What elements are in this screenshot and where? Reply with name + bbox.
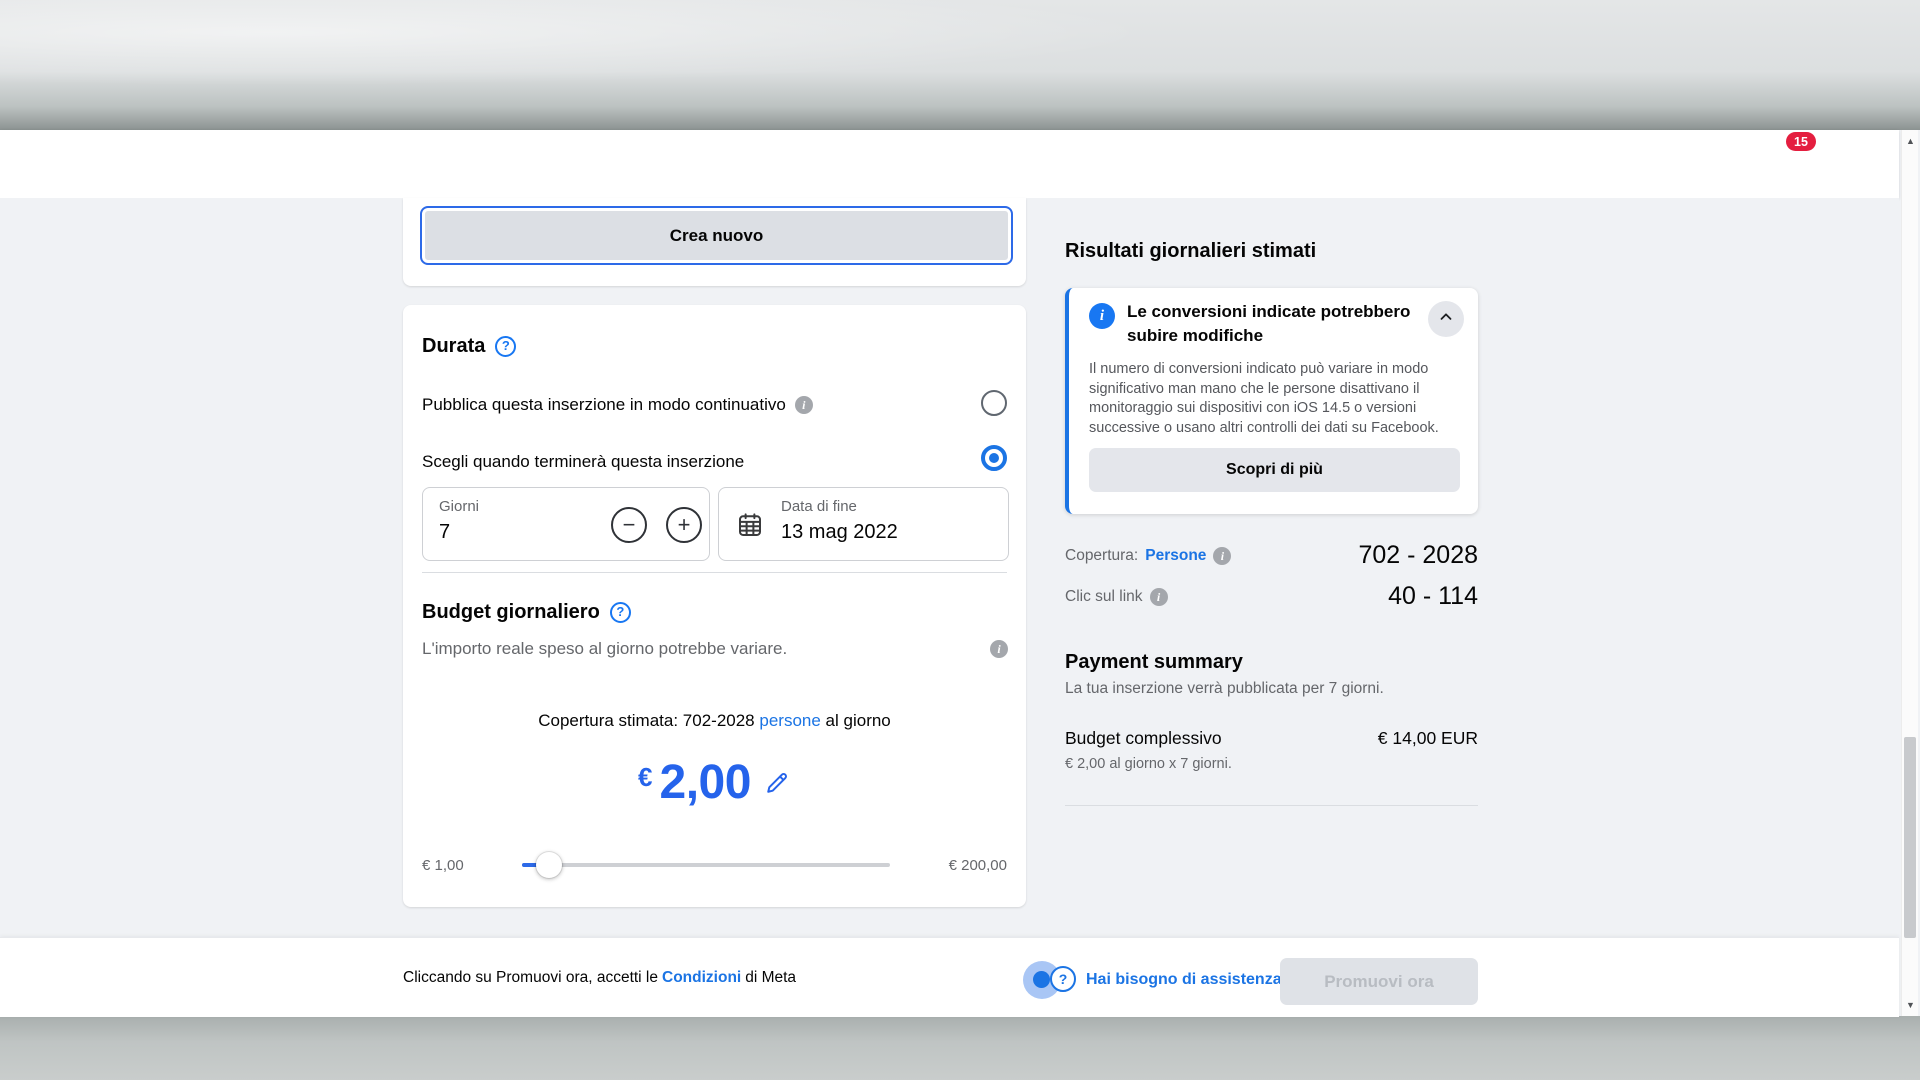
reach-metric-label: Copertura: bbox=[1065, 546, 1138, 566]
budget-help-icon[interactable]: ? bbox=[610, 602, 631, 623]
clicks-metric-value: 40 - 114 bbox=[1388, 581, 1478, 611]
reach-people-metric-link[interactable]: Persone bbox=[1145, 546, 1206, 566]
currency-symbol: € bbox=[638, 762, 652, 793]
audience-card: Crea nuovo bbox=[403, 198, 1026, 286]
blurred-backdrop-bottom bbox=[0, 1016, 1920, 1080]
promote-post-dialog: f 15 bbox=[0, 0, 1920, 1080]
assistance-link[interactable]: Hai bisogno di assistenza? bbox=[1086, 970, 1291, 990]
reach-people-link[interactable]: persone bbox=[759, 711, 820, 730]
terms-conditions-link[interactable]: Condizioni bbox=[662, 969, 741, 987]
duration-budget-card: Durata ? Pubblica questa inserzione in m… bbox=[403, 305, 1026, 907]
clicks-info-icon[interactable]: i bbox=[1150, 588, 1168, 606]
budget-title-text: Budget giornaliero bbox=[422, 600, 600, 624]
terms-suffix: di Meta bbox=[745, 969, 796, 987]
slider-max-label: € 200,00 bbox=[949, 857, 1007, 874]
duration-help-icon[interactable]: ? bbox=[495, 336, 516, 357]
days-decrement-button[interactable]: − bbox=[611, 507, 647, 543]
scroll-up-arrow[interactable]: ▲ bbox=[1902, 132, 1919, 150]
plus-icon: + bbox=[678, 512, 691, 538]
total-budget-value: € 14,00 EUR bbox=[1378, 727, 1478, 750]
dialog-footer: Cliccando su Promuovi ora, accetti le Co… bbox=[0, 937, 1899, 1017]
learn-more-button[interactable]: Scopri di più bbox=[1089, 448, 1460, 492]
budget-section-title: Budget giornaliero ? bbox=[422, 600, 631, 624]
continuous-info-icon[interactable]: i bbox=[795, 396, 813, 414]
clicks-metric-row: Clic sul link i bbox=[1065, 587, 1168, 607]
assistance-pulse-dot bbox=[1033, 971, 1050, 988]
reach-prefix: Copertura stimata: 702-2028 bbox=[538, 711, 754, 730]
estimated-reach-line: Copertura stimata: 702-2028 persone al g… bbox=[403, 710, 1026, 732]
terms-text: Cliccando su Promuovi ora, accetti le Co… bbox=[403, 938, 796, 1017]
terms-prefix: Cliccando su Promuovi ora, accetti le bbox=[403, 969, 658, 987]
continuous-option-row: Pubblica questa inserzione in modo conti… bbox=[422, 394, 813, 416]
budget-info-icon[interactable]: i bbox=[990, 640, 1008, 658]
collapse-notice-button[interactable] bbox=[1428, 301, 1464, 337]
reach-suffix: al giorno bbox=[826, 711, 891, 730]
payment-summary-subtitle: La tua inserzione verrà pubblicata per 7… bbox=[1065, 679, 1384, 699]
help-question-icon[interactable]: ? bbox=[1050, 966, 1076, 992]
chevron-up-icon bbox=[1437, 308, 1455, 331]
end-date-label: Data di fine bbox=[781, 498, 857, 516]
end-date-value[interactable]: 13 mag 2022 bbox=[781, 520, 898, 544]
payment-divider bbox=[1065, 805, 1478, 806]
daily-budget-amount: € 2,00 bbox=[403, 757, 1026, 809]
payment-summary-title: Payment summary bbox=[1065, 650, 1243, 674]
minus-icon: − bbox=[623, 512, 636, 538]
page-scrollbar[interactable]: ▲ ▼ bbox=[1901, 130, 1918, 1016]
end-date-field[interactable]: Data di fine 13 mag 2022 bbox=[718, 487, 1009, 561]
results-panel-title: Risultati giornalieri stimati bbox=[1065, 239, 1316, 263]
days-label: Giorni bbox=[439, 498, 479, 516]
budget-slider-track[interactable] bbox=[522, 863, 890, 867]
estimated-results-panel: Risultati giornalieri stimati i Le conve… bbox=[1065, 198, 1478, 937]
end-option-row: Scegli quando terminerà questa inserzion… bbox=[422, 451, 744, 473]
notification-badge: 15 bbox=[1786, 132, 1816, 151]
reach-metric-row: Copertura: Persone i bbox=[1065, 546, 1231, 566]
reach-metric-value: 702 - 2028 bbox=[1358, 540, 1478, 570]
conversions-notice-card: i Le conversioni indicate potrebbero sub… bbox=[1065, 288, 1478, 514]
scroll-down-arrow[interactable]: ▼ bbox=[1902, 996, 1919, 1014]
section-divider bbox=[422, 572, 1007, 573]
end-option-radio-selected[interactable] bbox=[981, 445, 1007, 471]
blurred-backdrop-top bbox=[0, 0, 1920, 130]
promote-now-button-disabled[interactable]: Promuovi ora bbox=[1280, 958, 1478, 1005]
top-bar: f bbox=[0, 130, 1899, 198]
total-budget-note: € 2,00 al giorno x 7 giorni. bbox=[1065, 755, 1232, 774]
duration-section-title: Durata ? bbox=[422, 334, 516, 358]
days-increment-button[interactable]: + bbox=[666, 507, 702, 543]
info-icon-blue: i bbox=[1089, 303, 1115, 329]
continuous-option-radio[interactable] bbox=[981, 390, 1007, 416]
duration-title-text: Durata bbox=[422, 334, 485, 358]
notice-body: Il numero di conversioni indicato può va… bbox=[1089, 360, 1463, 438]
total-budget-label: Budget complessivo bbox=[1065, 727, 1222, 750]
reach-info-icon[interactable]: i bbox=[1213, 547, 1231, 565]
scrollbar-thumb[interactable] bbox=[1904, 737, 1916, 938]
content-area: Crea nuovo Durata ? Pubblica questa inse… bbox=[0, 198, 1899, 937]
notice-title: Le conversioni indicate potrebbero subir… bbox=[1127, 300, 1427, 348]
budget-slider-row: € 1,00 € 200,00 bbox=[422, 837, 1007, 893]
end-option-label: Scegli quando terminerà questa inserzion… bbox=[422, 451, 744, 473]
days-field[interactable]: Giorni 7 − + bbox=[422, 487, 710, 561]
days-value[interactable]: 7 bbox=[439, 520, 450, 544]
calendar-icon bbox=[735, 510, 765, 545]
clicks-metric-label: Clic sul link bbox=[1065, 587, 1143, 607]
slider-min-label: € 1,00 bbox=[422, 857, 464, 874]
budget-subtitle: L'importo reale speso al giorno potrebbe… bbox=[422, 638, 787, 660]
edit-pencil-icon[interactable] bbox=[763, 769, 791, 802]
create-new-button[interactable]: Crea nuovo bbox=[420, 206, 1013, 265]
budget-amount-value[interactable]: 2,00 bbox=[660, 757, 751, 809]
continuous-option-label: Pubblica questa inserzione in modo conti… bbox=[422, 394, 786, 416]
budget-slider-thumb[interactable] bbox=[536, 852, 562, 878]
